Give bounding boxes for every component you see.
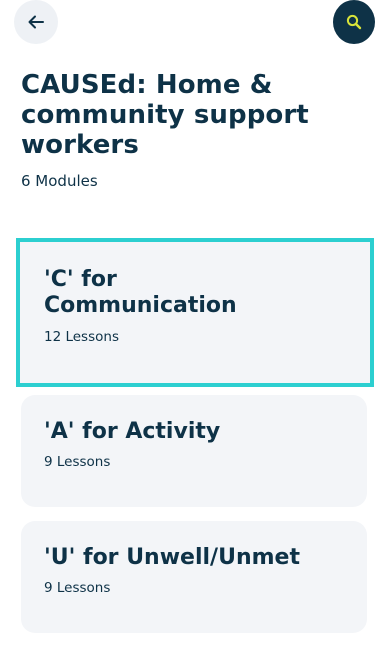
module-title: 'U' for Unwell/Unmet — [44, 545, 300, 570]
module-card-communication[interactable]: 'C' for Communication 12 Lessons — [16, 238, 374, 387]
module-lessons: 12 Lessons — [44, 329, 119, 345]
module-count: 6 Modules — [21, 172, 98, 190]
module-card-unwell[interactable]: 'U' for Unwell/Unmet 9 Lessons — [21, 521, 367, 633]
module-card-activity[interactable]: 'A' for Activity 9 Lessons — [21, 395, 367, 507]
back-button[interactable] — [14, 0, 58, 44]
module-lessons: 9 Lessons — [44, 454, 111, 470]
arrow-left-icon — [28, 15, 44, 29]
course-screen: CAUSEd: Home & community support workers… — [0, 0, 386, 645]
module-title: 'A' for Activity — [44, 419, 221, 444]
page-title: CAUSEd: Home & community support workers — [21, 70, 309, 160]
module-title: 'C' for Communication — [44, 267, 237, 318]
search-icon — [346, 14, 362, 30]
module-lessons: 9 Lessons — [44, 580, 111, 596]
search-button[interactable] — [333, 0, 375, 44]
